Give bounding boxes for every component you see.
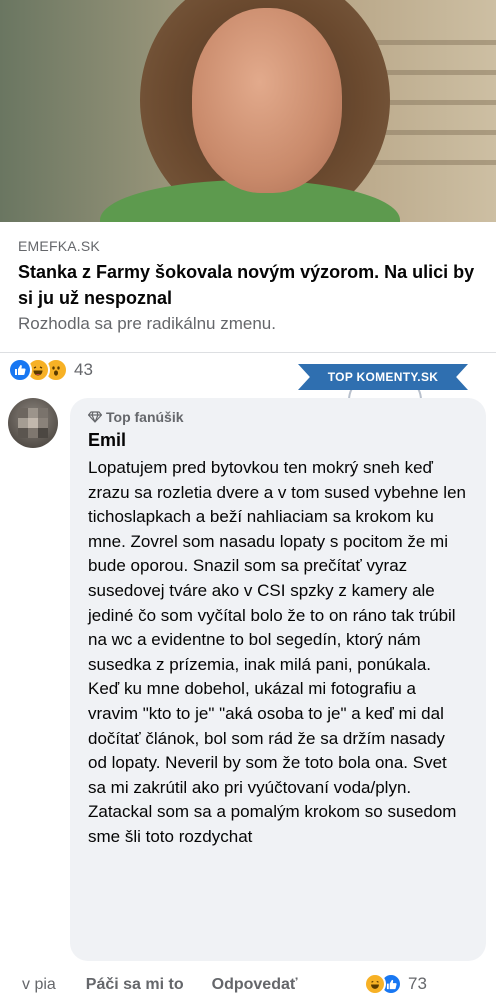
comment-paragraph: Lopatujem pred bytovkou ten mokrý sneh k…	[88, 458, 466, 674]
badge-label: TOP KOMENTY.SK	[298, 364, 468, 390]
avatar[interactable]	[8, 398, 58, 448]
comment-reaction-count[interactable]: 73	[408, 974, 427, 994]
fan-label: Top fanúšik	[106, 409, 184, 425]
comment-author[interactable]: Emil	[88, 430, 126, 451]
article-card[interactable]: EMEFKA.SK Stanka z Farmy šokovala novým …	[0, 0, 496, 353]
haha-icon	[364, 973, 386, 995]
comment-timestamp[interactable]: v pia	[22, 976, 56, 994]
comment-paragraph: Keď ku mne dobehol, ukázal mi fotografiu…	[88, 679, 457, 846]
post-reactions[interactable]: 43	[8, 358, 93, 382]
like-button[interactable]: Páči sa mi to	[86, 976, 184, 994]
article-source: EMEFKA.SK	[18, 238, 100, 254]
article-headline[interactable]: Stanka z Farmy šokovala novým výzorom. N…	[18, 259, 483, 311]
article-subtitle: Rozhodla sa pre radikálnu zmenu.	[18, 314, 276, 333]
comment-text: Lopatujem pred bytovkou ten mokrý sneh k…	[88, 456, 468, 850]
divider	[0, 352, 496, 353]
reply-button[interactable]: Odpovedať	[212, 976, 298, 994]
reaction-count[interactable]: 43	[74, 360, 93, 380]
article-photo[interactable]	[0, 0, 496, 222]
like-icon	[8, 358, 32, 382]
comment-reactions[interactable]: 73	[364, 973, 427, 995]
top-fan-badge: Top fanúšik	[88, 409, 184, 425]
diamond-icon	[88, 411, 102, 423]
comment-actions: v pia Páči sa mi to Odpovedať	[22, 974, 326, 996]
